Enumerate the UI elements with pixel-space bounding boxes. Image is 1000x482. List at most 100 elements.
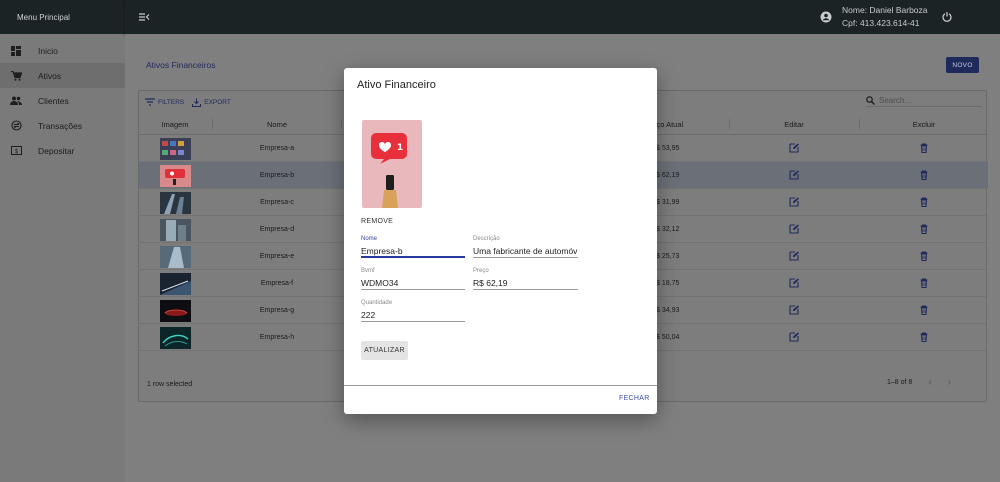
- filters-label: FILTERS: [158, 98, 185, 106]
- delete-icon[interactable]: [919, 143, 929, 153]
- column-header-name[interactable]: Nome: [247, 120, 307, 129]
- quantity-field[interactable]: Quantidade 222: [361, 300, 465, 322]
- topbar: Nome: Daniel Barboza Cpf: 413.423.614-41: [125, 0, 1000, 34]
- column-header-image[interactable]: Imagem: [149, 120, 201, 129]
- edit-icon[interactable]: [789, 224, 799, 234]
- dialog-divider: [344, 385, 657, 386]
- export-button[interactable]: EXPORT: [192, 98, 231, 107]
- sidebar-item-label: Transações: [38, 120, 83, 131]
- sidebar-item-ativos[interactable]: Ativos: [0, 63, 125, 88]
- name-field-label: Nome: [361, 236, 378, 242]
- svg-text:$: $: [14, 148, 18, 155]
- sidebar-list: Inicio Ativos Clientes Transações $ Depo…: [0, 34, 125, 163]
- description-field-value[interactable]: Uma fabricante de automóv: [473, 245, 578, 258]
- dialog-title: Ativo Financeiro: [357, 79, 436, 91]
- description-field[interactable]: Descrição Uma fabricante de automóv: [473, 236, 578, 258]
- edit-icon[interactable]: [789, 332, 799, 342]
- price-field-value[interactable]: R$ 62,19: [473, 277, 578, 290]
- asset-edit-dialog: Ativo Financeiro 1 REMOVE Nome Empresa-b…: [344, 68, 657, 414]
- pagination-range: 1–8 of 8: [887, 379, 913, 386]
- delete-icon[interactable]: [919, 224, 929, 234]
- bvmf-field-value[interactable]: WDMO34: [361, 277, 465, 290]
- cell-name: Empresa-b: [259, 172, 295, 179]
- column-header-delete[interactable]: Excluir: [894, 120, 954, 129]
- asset-thumbnail-image: [160, 138, 191, 160]
- export-label: EXPORT: [204, 98, 231, 106]
- column-separator: [341, 119, 342, 129]
- asset-thumbnail-image: [160, 300, 191, 322]
- menu-collapse-icon[interactable]: [138, 11, 150, 23]
- people-icon: [10, 95, 22, 107]
- cell-name: Empresa-c: [260, 199, 294, 206]
- previous-page-icon[interactable]: ‹: [928, 377, 931, 388]
- sidebar-item-label: Clientes: [38, 95, 69, 106]
- cart-icon: [10, 70, 22, 82]
- user-info: Nome: Daniel Barboza Cpf: 413.423.614-41: [842, 4, 928, 30]
- cell-name: Empresa-f: [260, 280, 294, 287]
- sidebar-item-inicio[interactable]: Inicio: [0, 38, 125, 63]
- exchange-icon: [10, 120, 22, 132]
- delete-icon[interactable]: [919, 170, 929, 180]
- money-icon: $: [10, 145, 22, 157]
- user-cpf: Cpf: 413.423.614-41: [842, 18, 920, 28]
- delete-icon[interactable]: [919, 278, 929, 288]
- power-icon[interactable]: [941, 11, 953, 23]
- cell-name: Empresa-a: [259, 145, 295, 152]
- page-title: Ativos Financeiros: [146, 60, 216, 70]
- export-icon: [192, 98, 202, 107]
- pagination: 1–8 of 8 ‹ ›: [887, 377, 951, 388]
- delete-icon[interactable]: [919, 305, 929, 315]
- bvmf-field-label: Bvmf: [361, 268, 375, 274]
- column-header-edit[interactable]: Editar: [764, 120, 824, 129]
- cell-name: Empresa-h: [259, 334, 295, 341]
- sidebar-item-clientes[interactable]: Clientes: [0, 88, 125, 113]
- edit-icon[interactable]: [789, 251, 799, 261]
- asset-thumbnail-image: [160, 165, 191, 187]
- delete-icon[interactable]: [919, 332, 929, 342]
- close-dialog-button[interactable]: FECHAR: [619, 395, 650, 402]
- asset-thumbnail-image: [160, 273, 191, 295]
- delete-icon[interactable]: [919, 251, 929, 261]
- search-placeholder: Search…: [879, 96, 913, 105]
- column-separator: [212, 119, 213, 129]
- bvmf-field[interactable]: Bvmf WDMO34: [361, 268, 465, 290]
- search-icon: [866, 96, 875, 105]
- edit-icon[interactable]: [789, 197, 799, 207]
- delete-icon[interactable]: [919, 197, 929, 207]
- sidebar-item-label: Depositar: [38, 145, 75, 156]
- quantity-field-value[interactable]: 222: [361, 309, 465, 322]
- cell-name: Empresa-g: [259, 307, 295, 314]
- column-separator: [729, 119, 730, 129]
- name-field[interactable]: Nome Empresa-b: [361, 236, 465, 258]
- asset-thumbnail-image: [160, 219, 191, 241]
- filters-button[interactable]: FILTERS: [145, 98, 184, 106]
- edit-icon[interactable]: [789, 170, 799, 180]
- sidebar-item-transacoes[interactable]: Transações: [0, 113, 125, 138]
- cell-name: Empresa-e: [259, 253, 295, 260]
- new-asset-button[interactable]: NOVO: [946, 57, 979, 73]
- asset-thumbnail-image: [160, 327, 191, 349]
- sidebar-item-depositar[interactable]: $ Depositar: [0, 138, 125, 163]
- name-field-value[interactable]: Empresa-b: [361, 245, 465, 258]
- asset-image-preview: 1: [362, 120, 422, 208]
- grid-search-input[interactable]: Search…: [866, 96, 982, 107]
- remove-image-button[interactable]: REMOVE: [361, 218, 393, 225]
- grid-toolbar: FILTERS EXPORT: [145, 95, 239, 109]
- update-button[interactable]: ATUALIZAR: [361, 341, 408, 360]
- price-field-label: Preço: [473, 268, 489, 274]
- price-field[interactable]: Preço R$ 62,19: [473, 268, 578, 290]
- sidebar-item-label: Inicio: [38, 45, 58, 56]
- edit-icon[interactable]: [789, 278, 799, 288]
- dashboard-icon: [10, 45, 22, 57]
- edit-icon[interactable]: [789, 305, 799, 315]
- quantity-field-label: Quantidade: [361, 300, 393, 306]
- user-name: Nome: Daniel Barboza: [842, 5, 928, 15]
- asset-thumbnail-image: [160, 192, 191, 214]
- svg-text:1: 1: [397, 143, 403, 153]
- asset-thumbnail-image: [160, 246, 191, 268]
- account-circle-icon: [820, 11, 832, 23]
- next-page-icon[interactable]: ›: [948, 377, 951, 388]
- cell-name: Empresa-d: [259, 226, 295, 233]
- selection-count: 1 row selected: [147, 381, 193, 388]
- edit-icon[interactable]: [789, 143, 799, 153]
